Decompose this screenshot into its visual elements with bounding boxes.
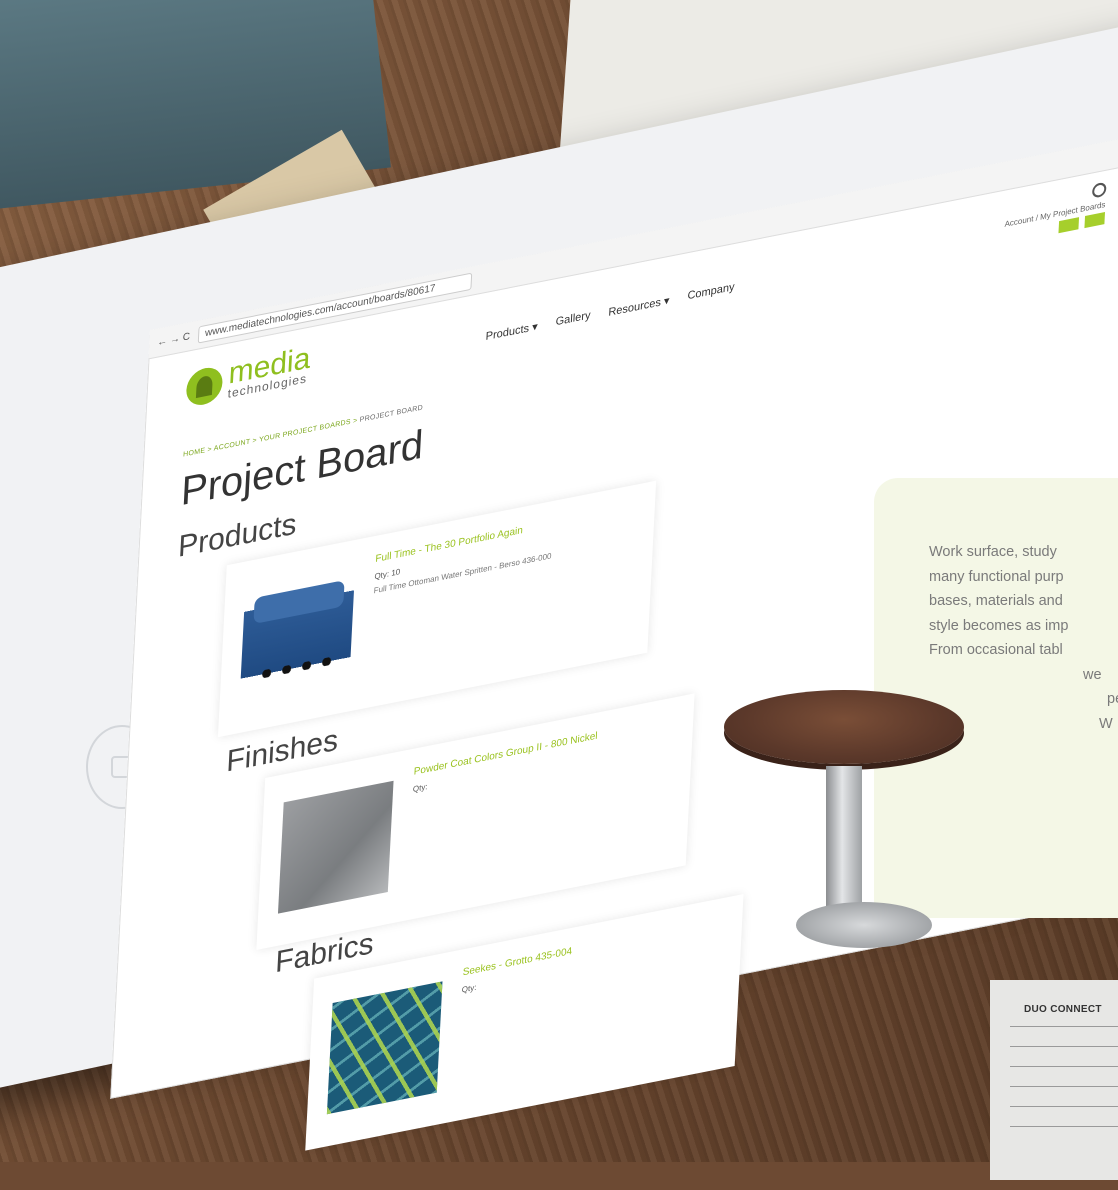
panel-line: From occasional tabl [929,642,1063,658]
product-qty: Qty: 10 [374,567,401,582]
panel-line: style becomes as imp [929,617,1069,634]
panel-line: bases, materials and [929,593,1063,609]
nav-resources[interactable]: Resources [608,294,670,318]
search-icon[interactable] [1091,181,1107,199]
main-nav: Products Gallery Resources Company [485,281,734,343]
finish-qty: Qty: [412,781,428,794]
table-top [724,690,964,764]
nav-gallery[interactable]: Gallery [555,309,590,329]
header-button-1[interactable] [1058,217,1080,234]
fabric-qty: Qty: [461,982,477,995]
round-table [724,690,974,990]
nav-products[interactable]: Products [485,320,538,343]
table-stem [826,766,862,920]
nav-company[interactable]: Company [687,281,735,303]
fabric-name[interactable]: Seekes - Grotto 435-004 [462,946,572,979]
breadcrumb-home[interactable]: HOME [183,447,206,458]
breadcrumb-account[interactable]: ACCOUNT [214,438,251,452]
panel-line: we [1083,666,1102,683]
breadcrumb-current: PROJECT BOARD [359,404,424,424]
finish-name[interactable]: Powder Coat Colors Group II - 800 Nickel [413,730,597,777]
header-button-2[interactable] [1084,212,1106,229]
product-name[interactable]: Full Time - The 30 Portfolio Again [375,525,523,565]
browser-nav-icons[interactable]: ← → C [157,331,190,349]
panel-line: many functional purp [929,568,1064,585]
product-thumbnail[interactable] [239,567,356,701]
logo[interactable]: media technologies [185,341,311,409]
logo-mark-icon [185,364,224,409]
finish-thumbnail[interactable] [277,780,394,914]
panel-line: Work surface, study [929,544,1057,560]
fabric-thumbnail[interactable] [326,981,443,1115]
table-base [796,902,932,948]
